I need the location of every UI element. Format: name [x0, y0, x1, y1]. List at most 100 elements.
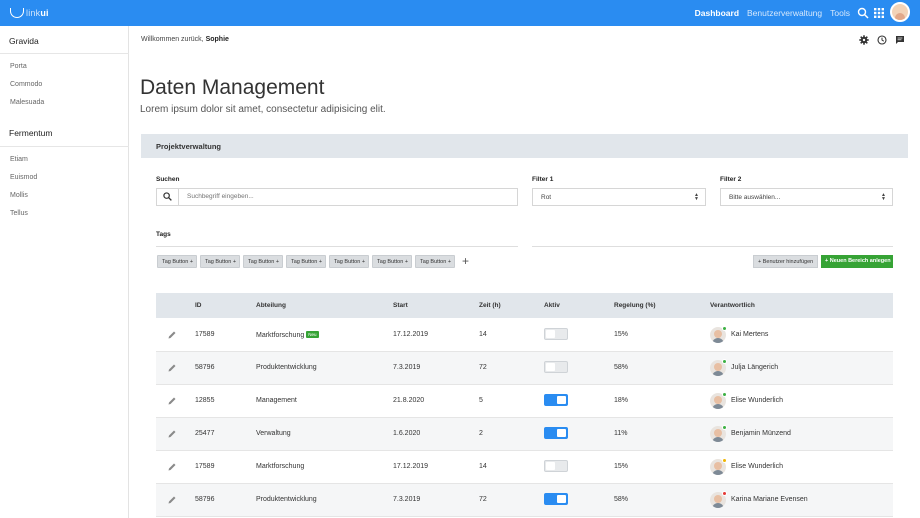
welcome-text: Willkommen zurück, — [141, 36, 204, 43]
add-user-button[interactable]: + Benutzer hinzufügen — [753, 255, 818, 268]
active-toggle[interactable] — [544, 328, 568, 340]
cell-start: 1.6.2020 — [393, 430, 421, 437]
active-toggle[interactable] — [544, 427, 568, 439]
table-row: 25477 Verwaltung 1.6.2020 2 11% Benjamin Münz… — [156, 418, 893, 451]
sidebar-section-gravida: Gravida — [9, 36, 39, 46]
tag-button[interactable]: Tag Button + — [415, 255, 455, 268]
active-toggle[interactable] — [544, 394, 568, 406]
cell-id: 58796 — [195, 364, 215, 371]
sidebar-item-malesuada[interactable]: Malesuada — [10, 99, 44, 106]
pencil-icon[interactable] — [167, 396, 177, 406]
cell-start: 7.3.2019 — [393, 496, 421, 503]
cell-time: 14 — [479, 331, 487, 338]
tag-button[interactable]: Tag Button + — [200, 255, 240, 268]
column-header-responsible[interactable]: Verantwortlich — [710, 302, 755, 309]
tag-button[interactable]: Tag Button + — [286, 255, 326, 268]
cell-start: 21.8.2020 — [393, 397, 425, 404]
cell-regulation: 18% — [614, 397, 629, 404]
cell-id: 17589 — [195, 331, 215, 338]
chat-icon[interactable] — [895, 35, 905, 45]
tag-button[interactable]: Tag Button + — [243, 255, 283, 268]
column-header-start[interactable]: Start — [393, 302, 408, 309]
cell-department: Produktentwicklung — [256, 496, 317, 503]
cell-responsible: Elise Wunderlich — [731, 397, 784, 404]
toggle-knob — [557, 429, 566, 437]
filter1-label: Filter 1 — [532, 176, 554, 183]
active-toggle[interactable] — [544, 361, 568, 373]
sidebar-item-porta[interactable]: Porta — [10, 63, 27, 70]
cell-regulation: 58% — [614, 496, 629, 503]
search-input[interactable] — [187, 193, 507, 200]
table-row: 12855 Management 21.8.2020 5 18% Elise Wunder… — [156, 385, 893, 418]
cell-id: 25477 — [195, 430, 215, 437]
column-header-id[interactable]: ID — [195, 302, 202, 309]
user-avatar[interactable] — [890, 2, 910, 22]
table-row: 58796 Produktentwicklung 7.3.2019 72 58% Julj… — [156, 352, 893, 385]
apps-grid-icon[interactable] — [873, 7, 885, 19]
tags-divider — [532, 246, 893, 247]
cell-department: Management — [256, 397, 297, 404]
column-header-department[interactable]: Abteilung — [256, 302, 286, 309]
status-dot — [722, 491, 727, 496]
cell-department: Marktforschung — [256, 463, 304, 470]
status-dot — [722, 458, 727, 463]
welcome-message: Willkommen zurück, Sophie — [141, 36, 229, 43]
search-button[interactable] — [157, 189, 179, 205]
column-header-active[interactable]: Aktiv — [544, 302, 560, 309]
active-toggle[interactable] — [544, 493, 568, 505]
search-box — [156, 188, 518, 206]
cell-regulation: 11% — [614, 430, 628, 437]
pencil-icon[interactable] — [167, 462, 177, 472]
sidebar-item-commodo[interactable]: Commodo — [10, 81, 42, 88]
panel-header: Projektverwaltung — [141, 134, 908, 158]
nav-tools[interactable]: Tools — [830, 8, 850, 18]
pencil-icon[interactable] — [167, 330, 177, 340]
pencil-icon[interactable] — [167, 363, 177, 373]
department-text: Produktentwicklung — [256, 364, 317, 371]
status-dot — [722, 326, 727, 331]
tag-button[interactable]: Tag Button + — [329, 255, 369, 268]
logo-mark-icon — [10, 8, 24, 18]
table-header: ID Abteilung Start Zeit (h) Aktiv Regelu… — [156, 293, 893, 318]
status-dot — [722, 359, 727, 364]
pencil-icon[interactable] — [167, 429, 177, 439]
cell-time: 5 — [479, 397, 483, 404]
tag-button[interactable]: Tag Button + — [157, 255, 197, 268]
cell-time: 72 — [479, 496, 487, 503]
pencil-icon[interactable] — [167, 495, 177, 505]
column-header-regulation[interactable]: Regelung (%) — [614, 302, 656, 309]
gear-icon[interactable] — [859, 35, 869, 45]
top-navbar: linkui Dashboard Benutzerverwaltung Tool… — [0, 0, 920, 26]
filter1-value: Rot — [541, 194, 552, 201]
search-icon[interactable] — [857, 7, 869, 19]
cell-start: 17.12.2019 — [393, 463, 429, 470]
filter1-select[interactable]: Rot ▲ ▼ — [532, 188, 706, 206]
sidebar-item-euismod[interactable]: Euismod — [10, 174, 37, 181]
new-area-button[interactable]: + Neuen Bereich anlegen — [821, 255, 893, 268]
sidebar-item-etiam[interactable]: Etiam — [10, 156, 28, 163]
table-row: 17589 Marktforschung 17.12.2019 14 15% Elise … — [156, 451, 893, 484]
department-text: Produktentwicklung — [256, 496, 317, 503]
column-header-time[interactable]: Zeit (h) — [479, 302, 501, 309]
nav-dashboard[interactable]: Dashboard — [695, 8, 739, 18]
filter2-value: Bitte auswählen... — [729, 194, 781, 201]
cell-id: 12855 — [195, 397, 215, 404]
brand-logo[interactable]: linkui — [10, 8, 49, 18]
cell-responsible: Elise Wunderlich — [731, 463, 784, 470]
cell-time: 2 — [479, 430, 483, 437]
sidebar-item-mollis[interactable]: Mollis — [10, 192, 28, 199]
sidebar: Gravida Porta Commodo Malesuada Fermentu… — [0, 26, 129, 518]
tag-button[interactable]: Tag Button + — [372, 255, 412, 268]
sidebar-item-tellus[interactable]: Tellus — [10, 210, 28, 217]
department-text: Management — [256, 397, 297, 404]
nav-users[interactable]: Benutzerverwaltung — [747, 8, 822, 18]
cell-responsible: Karina Mariane Evensen — [731, 496, 808, 503]
active-toggle[interactable] — [544, 460, 568, 472]
department-text: Verwaltung — [256, 430, 291, 437]
cell-responsible: Julja Längerich — [731, 364, 779, 371]
cell-responsible: Kai Mertens — [731, 331, 769, 338]
add-tag-icon[interactable]: + — [462, 254, 469, 268]
clock-icon[interactable] — [877, 35, 887, 45]
filter2-select[interactable]: Bitte auswählen... ▲ ▼ — [720, 188, 893, 206]
cell-department: Produktentwicklung — [256, 364, 317, 371]
